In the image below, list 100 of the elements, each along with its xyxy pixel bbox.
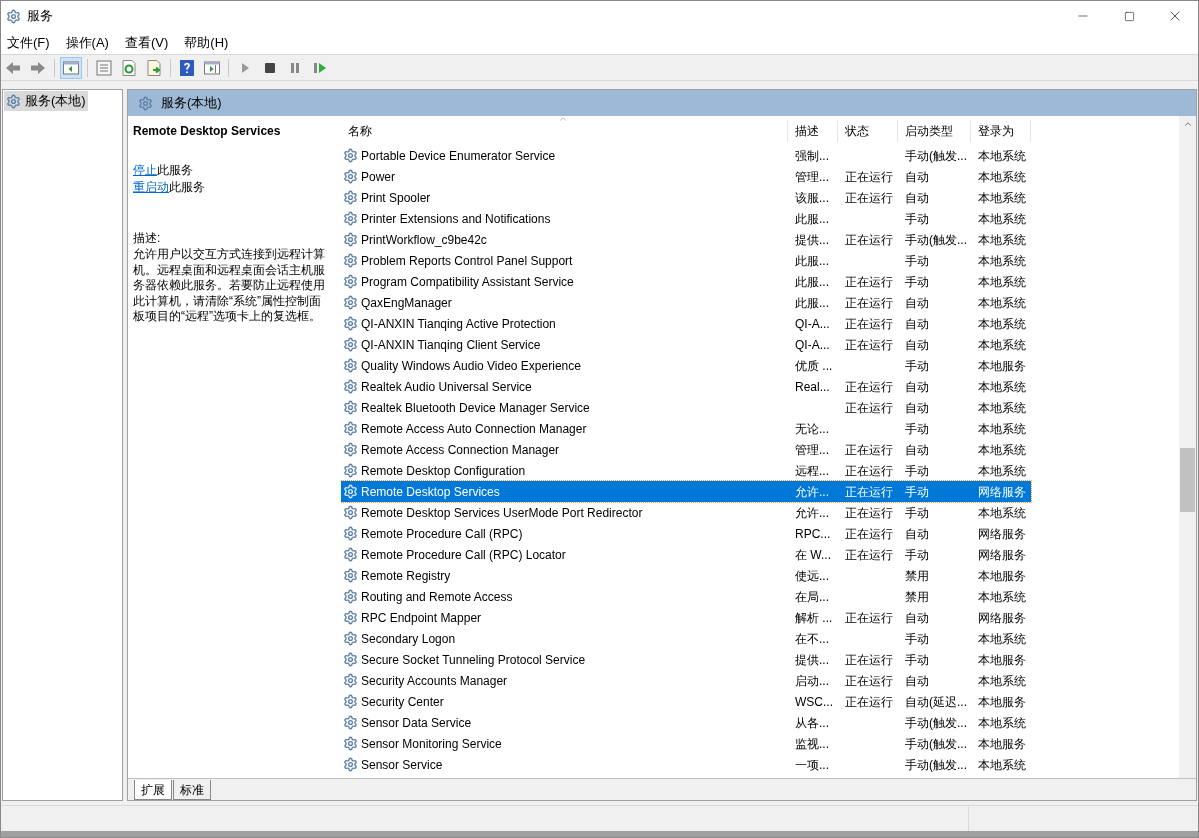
service-name: Sensor Service	[361, 756, 443, 774]
status-cell: 正在运行	[845, 652, 893, 667]
service-row[interactable]: Problem Reports Control Panel Support 此服... 手动 本地系统	[341, 250, 1031, 271]
status-cell: 正在运行	[845, 316, 893, 331]
service-name: Realtek Audio Universal Service	[361, 378, 532, 396]
column-header[interactable]: 状态	[838, 120, 898, 142]
service-row[interactable]: Security Accounts Manager 启动... 正在运行 自动 本地系统	[341, 670, 1031, 691]
gear-icon	[138, 95, 153, 111]
description-cell: 提供...	[795, 232, 829, 247]
gear-icon	[343, 190, 358, 205]
menu-item[interactable]: 帮助(H)	[179, 32, 234, 53]
service-row[interactable]: Print Spooler 该服... 正在运行 自动 本地系统	[341, 187, 1031, 208]
logon-cell: 网络服务	[978, 484, 1026, 499]
description-cell: 允许...	[795, 505, 829, 520]
view-tab[interactable]: 扩展	[134, 780, 172, 800]
logon-cell: 本地系统	[978, 757, 1026, 772]
menu-item[interactable]: 操作(A)	[60, 32, 114, 53]
service-name: Remote Procedure Call (RPC)	[361, 525, 523, 543]
description-cell: 此服...	[795, 253, 829, 268]
service-row[interactable]: PrintWorkflow_c9be42c 提供... 正在运行 手动(触发... 本地系统	[341, 229, 1031, 250]
description-cell: 此服...	[795, 295, 829, 310]
service-row[interactable]: Realtek Audio Universal Service Real... 正在运行 自动 本地系统	[341, 376, 1031, 397]
gear-icon	[343, 442, 358, 457]
service-row[interactable]: RPC Endpoint Mapper 解析 ... 正在运行 自动 网络服务	[341, 607, 1031, 628]
view-tab[interactable]: 标准	[173, 780, 211, 800]
service-row[interactable]: QaxEngManager 此服... 正在运行 自动 本地系统	[341, 292, 1031, 313]
service-row[interactable]: Power 管理... 正在运行 自动 本地系统	[341, 166, 1031, 187]
service-row[interactable]: Sensor Data Service 从各... 手动(触发... 本地系统	[341, 712, 1031, 733]
action-link[interactable]: 重启动	[133, 180, 169, 194]
service-row[interactable]: Remote Access Connection Manager 管理... 正在运行 自动 本地系统	[341, 439, 1031, 460]
logon-cell: 本地系统	[978, 631, 1026, 646]
service-row[interactable]: Secondary Logon 在不... 手动 本地系统	[341, 628, 1031, 649]
action-text: 停止此服务	[133, 162, 193, 179]
column-header[interactable]: 启动类型	[898, 120, 971, 142]
startup-type-cell: 手动	[905, 463, 929, 478]
menu-item[interactable]: 文件(F)	[2, 32, 55, 53]
service-row[interactable]: Remote Desktop Configuration 远程... 正在运行 手动 本地系统	[341, 460, 1031, 481]
logon-cell: 本地服务	[978, 694, 1026, 709]
gear-icon	[343, 547, 358, 562]
description-label: 描述:	[133, 230, 162, 247]
service-row[interactable]: QI-ANXIN Tianqing Active Protection QI-A... 正在运行 自动 本地系统	[341, 313, 1031, 334]
startup-type-cell: 自动	[905, 379, 929, 394]
description-text: 允许用户以交互方式连接到远程计算机。远程桌面和远程桌面会话主机服务器依赖此服务。若要防止远程使用此计算机，请清除“系统”属性控制面板项目的“远程”选项卡上的复选框。	[133, 247, 326, 325]
startup-type-cell: 手动(触发...	[905, 232, 967, 247]
scroll-thumb[interactable]	[1180, 448, 1195, 512]
service-row[interactable]: Remote Procedure Call (RPC) Locator 在 W... 正在运行 手动 网络服务	[341, 544, 1031, 565]
logon-cell: 本地系统	[978, 190, 1026, 205]
service-row[interactable]: Remote Desktop Services UserMode Port Redirector 允许... 正在运行 手动 本地系统	[341, 502, 1031, 523]
logon-cell: 本地系统	[978, 400, 1026, 415]
description-cell: 该服...	[795, 190, 829, 205]
service-row[interactable]: Routing and Remote Access 在局... 禁用 本地系统	[341, 586, 1031, 607]
startup-type-cell: 自动	[905, 673, 929, 688]
menu-item[interactable]: 查看(V)	[119, 32, 174, 53]
service-row[interactable]: Remote Desktop Services 允许... 正在运行 手动 网络服务	[341, 481, 1031, 502]
description-cell: 监视...	[795, 736, 829, 751]
status-cell: 正在运行	[845, 232, 893, 247]
status-cell: 正在运行	[845, 295, 893, 310]
status-cell: 正在运行	[845, 463, 893, 478]
logon-cell: 本地系统	[978, 211, 1026, 226]
service-row[interactable]: Remote Registry 使远... 禁用 本地服务	[341, 565, 1031, 586]
tree-item[interactable]: 服务(本地)	[4, 91, 88, 111]
column-header[interactable]: 名称	[341, 120, 788, 142]
logon-cell: 本地系统	[978, 274, 1026, 289]
service-row[interactable]: Secure Socket Tunneling Protocol Service 提供... 正在运行 手动 本地服务	[341, 649, 1031, 670]
startup-type-cell: 禁用	[905, 568, 929, 583]
startup-type-cell: 自动	[905, 295, 929, 310]
startup-type-cell: 手动	[905, 631, 929, 646]
service-row[interactable]: Quality Windows Audio Video Experience 优质 ... 手动 本地服务	[341, 355, 1031, 376]
gear-icon	[343, 211, 358, 226]
service-row[interactable]: Sensor Monitoring Service 监视... 手动(触发... 本地服务	[341, 733, 1031, 754]
service-name: Security Accounts Manager	[361, 672, 508, 690]
startup-type-cell: 自动(延迟...	[905, 694, 967, 709]
status-cell: 正在运行	[845, 190, 893, 205]
service-row[interactable]: Sensor Service 一项... 手动(触发... 本地系统	[341, 754, 1031, 775]
startup-type-cell: 自动	[905, 610, 929, 625]
service-row[interactable]: Security Center WSC... 正在运行 自动(延迟... 本地服务	[341, 691, 1031, 712]
column-header[interactable]: 登录为	[971, 120, 1031, 142]
service-row[interactable]: Remote Access Auto Connection Manager 无论... 手动 本地系统	[341, 418, 1031, 439]
description-cell: 无论...	[795, 421, 829, 436]
gear-icon	[343, 295, 358, 310]
service-row[interactable]: Portable Device Enumerator Service 强制... 手动(触发... 本地系统	[341, 145, 1031, 166]
status-cell: 正在运行	[845, 526, 893, 541]
service-name: Sensor Data Service	[361, 714, 472, 732]
service-row[interactable]: Program Compatibility Assistant Service 此服... 正在运行 手动 本地系统	[341, 271, 1031, 292]
service-row[interactable]: Printer Extensions and Notifications 此服... 手动 本地系统	[341, 208, 1031, 229]
description-cell: 在局...	[795, 589, 829, 604]
gear-icon	[343, 652, 358, 667]
description-cell: QI-A...	[795, 337, 830, 352]
service-row[interactable]: QI-ANXIN Tianqing Client Service QI-A... 正在运行 自动 本地系统	[341, 334, 1031, 355]
description-cell: 从各...	[795, 715, 829, 730]
startup-type-cell: 手动(触发...	[905, 148, 967, 163]
action-link[interactable]: 停止	[133, 163, 157, 177]
gear-icon	[343, 589, 358, 604]
service-row[interactable]: Realtek Bluetooth Device Manager Service 正在运行 自动 本地系统	[341, 397, 1031, 418]
service-row[interactable]: Remote Procedure Call (RPC) RPC... 正在运行 自动 网络服务	[341, 523, 1031, 544]
tree-icon[interactable]	[60, 56, 82, 79]
service-name: Remote Desktop Services UserMode Port Redirector	[361, 504, 643, 522]
column-header[interactable]: 描述	[788, 120, 838, 142]
scrollbar[interactable]	[1179, 116, 1196, 778]
service-name: RPC Endpoint Mapper	[361, 609, 482, 627]
